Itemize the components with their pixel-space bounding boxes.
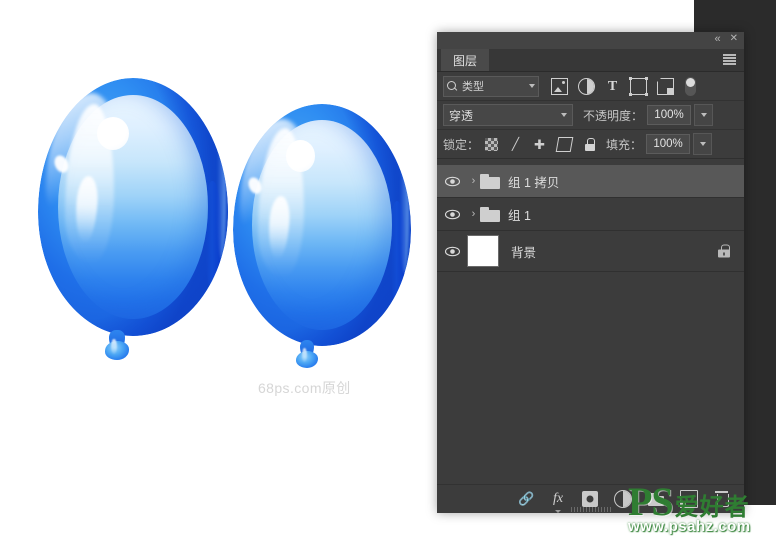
close-icon[interactable]: ✕	[730, 34, 738, 44]
lock-image-pixels-icon[interactable]: ╱	[509, 137, 522, 151]
tab-layers[interactable]: 图层	[441, 49, 490, 71]
layers-list[interactable]: › 组 1 拷贝 › 组 1 背景	[437, 165, 744, 484]
document-canvas[interactable]: 68ps.com原创	[0, 0, 440, 536]
balloon-right	[233, 104, 411, 346]
blend-mode-value: 穿透	[449, 108, 474, 123]
layer-locked-icon	[718, 244, 730, 258]
lock-all-icon[interactable]	[583, 137, 596, 151]
lock-transparent-pixels-icon[interactable]	[485, 137, 499, 151]
opacity-input[interactable]: 100%	[647, 105, 692, 125]
filter-icon-group: T	[551, 76, 674, 96]
layers-panel-footer: 🔗 fx	[437, 484, 744, 513]
smart-object-filter-icon[interactable]	[657, 77, 674, 95]
folder-icon	[480, 206, 500, 222]
balloon-left-knot	[103, 330, 131, 360]
balloon-right-knot-tie	[295, 350, 319, 368]
chevron-down-icon	[700, 113, 707, 117]
chevron-down-icon	[561, 113, 567, 117]
type-layer-filter-icon[interactable]: T	[605, 79, 620, 94]
layer-name[interactable]: 组 1 拷贝	[508, 172, 559, 191]
blend-mode-row: 穿透 不透明度： 100%	[437, 101, 744, 130]
group-expand-arrow-icon[interactable]: ›	[467, 175, 480, 187]
visibility-toggle-icon[interactable]	[437, 176, 467, 187]
watermark-url: www.psahz.com	[628, 518, 751, 535]
opacity-stepper[interactable]	[694, 104, 714, 126]
folder-icon	[480, 173, 500, 189]
panel-titlebar-buttons: « ✕	[714, 34, 738, 45]
new-layer-button[interactable]	[680, 490, 698, 508]
table-row[interactable]: 背景	[437, 231, 744, 272]
fill-label: 填充：	[606, 137, 643, 152]
balloon-right-knot	[294, 340, 320, 368]
panel-menu-icon[interactable]	[723, 54, 736, 65]
balloon-left-body	[38, 78, 228, 336]
lock-label: 锁定：	[443, 137, 480, 152]
layer-name[interactable]: 组 1	[508, 205, 531, 224]
layer-name[interactable]: 背景	[511, 242, 536, 261]
screenshot-root: 68ps.com原创 « ✕ 图层 类型 T 穿透 不透明度： 100% 锁定：…	[0, 0, 776, 536]
balloon-left-knot-tie	[104, 341, 130, 360]
panel-tab-strip: 图层	[437, 49, 744, 72]
add-layer-style-button[interactable]: fx	[550, 491, 566, 513]
pixel-layer-filter-icon[interactable]	[551, 77, 568, 95]
new-fill-adjustment-layer-button[interactable]	[614, 490, 632, 508]
fill-input[interactable]: 100%	[646, 134, 691, 154]
add-layer-mask-button[interactable]	[582, 491, 598, 507]
fill-stepper[interactable]	[693, 133, 713, 155]
visibility-toggle-icon[interactable]	[437, 246, 467, 257]
panel-titlebar: « ✕	[437, 32, 744, 49]
layers-panel: « ✕ 图层 类型 T 穿透 不透明度： 100% 锁定： ╱ ✚ 填充： 10…	[437, 32, 744, 513]
table-row[interactable]: › 组 1 拷贝	[437, 165, 744, 198]
chevron-down-icon	[529, 84, 535, 88]
balloon-left-rim-gloss	[216, 124, 227, 259]
panel-resize-grip[interactable]	[570, 507, 611, 512]
shape-layer-filter-icon[interactable]	[629, 76, 648, 96]
opacity-label: 不透明度：	[583, 108, 644, 123]
lock-row: 锁定： ╱ ✚ 填充： 100%	[437, 130, 744, 159]
balloon-right-body	[233, 104, 411, 346]
group-expand-arrow-icon[interactable]: ›	[467, 208, 480, 220]
canvas-watermark: 68ps.com原创	[258, 380, 351, 396]
table-row[interactable]: › 组 1	[437, 198, 744, 231]
collapse-panel-icon[interactable]: «	[714, 34, 720, 45]
link-layers-button[interactable]: 🔗	[518, 491, 534, 507]
adjustment-layer-filter-icon[interactable]	[578, 77, 595, 95]
delete-layer-button[interactable]	[714, 491, 730, 507]
filter-enable-toggle[interactable]	[685, 76, 696, 96]
lock-position-icon[interactable]: ✚	[533, 138, 546, 151]
lock-artboard-nesting-icon[interactable]	[555, 136, 574, 152]
balloon-left	[38, 78, 228, 336]
filter-type-label: 类型	[462, 81, 484, 93]
blend-mode-select[interactable]: 穿透	[443, 104, 573, 126]
layer-filter-row: 类型 T	[437, 72, 744, 101]
balloon-right-specular-dot	[286, 140, 315, 172]
chevron-down-icon	[699, 142, 706, 146]
filter-type-select[interactable]: 类型	[443, 75, 539, 97]
layer-thumbnail[interactable]	[467, 235, 499, 267]
search-icon	[447, 80, 458, 92]
balloon-left-knot-highlight	[111, 339, 117, 354]
visibility-toggle-icon[interactable]	[437, 209, 467, 220]
lock-icon-group: ╱ ✚	[485, 136, 596, 152]
new-group-button[interactable]	[648, 491, 664, 507]
